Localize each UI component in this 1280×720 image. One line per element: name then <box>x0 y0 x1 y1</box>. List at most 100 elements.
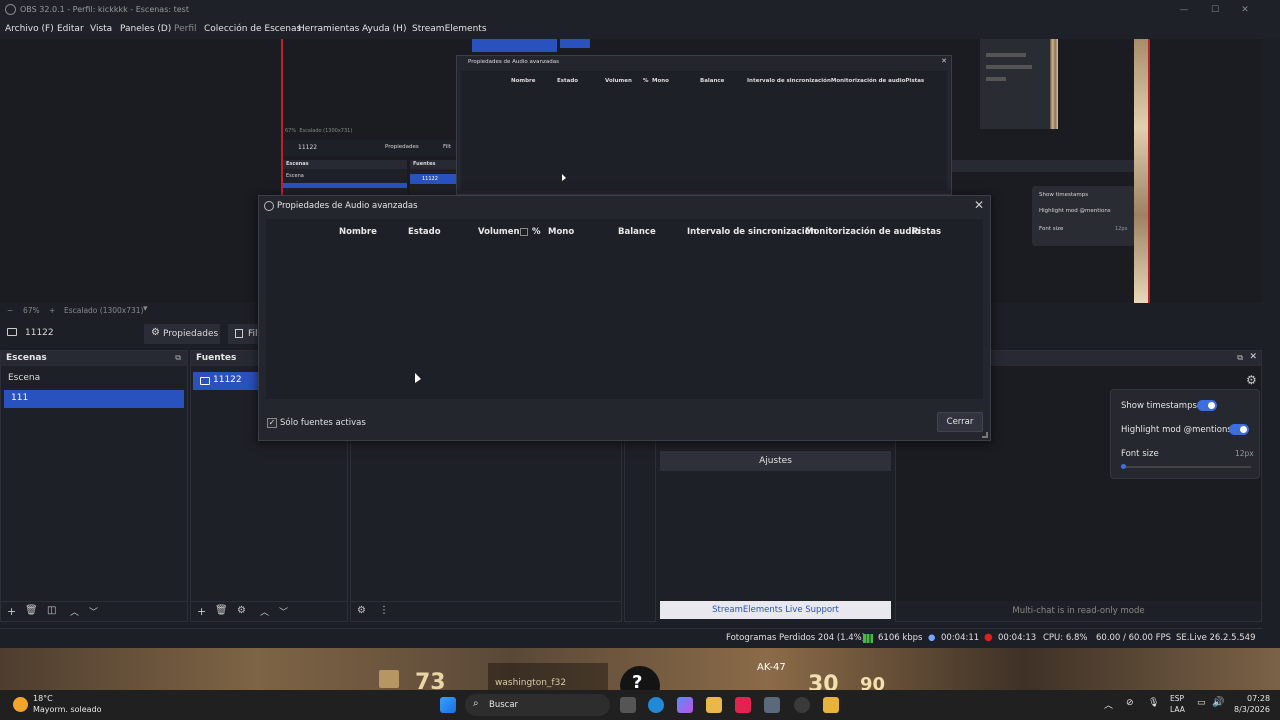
filters-button[interactable]: Filt <box>228 324 261 344</box>
obs-taskbar-icon[interactable] <box>794 697 810 713</box>
menu-editar[interactable]: Editar <box>57 24 84 34</box>
font-size-label: Font size <box>1121 449 1159 459</box>
maximize-button[interactable]: ☐ <box>1208 3 1222 17</box>
mini-highlight-mentions: Highlight mod @mentions <box>1039 208 1111 214</box>
mixer-settings-icon[interactable]: ⚙ <box>357 605 366 616</box>
weather-temp: 18°C <box>33 694 53 703</box>
bitrate-signal-icon <box>863 634 873 643</box>
remove-scene-icon[interactable]: 🗑 <box>25 605 38 616</box>
menu-herramientas[interactable]: Herramientas <box>298 24 359 34</box>
task-view-icon[interactable] <box>620 697 636 713</box>
microphone-icon[interactable]: 🎙 <box>1148 698 1159 708</box>
add-source-icon[interactable]: + <box>197 605 206 618</box>
move-up-icon[interactable]: ︿ <box>70 605 79 618</box>
col-pistas: Pistas <box>912 227 942 237</box>
scene-item[interactable]: Escena <box>1 370 187 388</box>
mixer-menu-icon[interactable]: ⋮ <box>379 605 389 616</box>
scale-dropdown-icon[interactable]: ▾ <box>143 304 148 314</box>
menu-paneles[interactable]: Paneles (D) <box>120 24 171 34</box>
clock-time[interactable]: 07:28 <box>1247 694 1270 703</box>
live-support-button[interactable]: StreamElements Live Support <box>660 601 891 619</box>
ghost-col-intervalo: Intervalo de sincronizaciónMonitorizació… <box>747 78 925 84</box>
ghost-col-mono: Mono <box>652 78 669 84</box>
filter-icon <box>235 329 243 338</box>
menu-coleccion[interactable]: Colección de Escenas <box>204 24 301 34</box>
network-off-icon[interactable]: ⊘ <box>1126 698 1134 708</box>
highlight-mentions-toggle[interactable] <box>1229 424 1249 435</box>
show-timestamps-toggle[interactable] <box>1197 400 1217 411</box>
copilot-icon[interactable] <box>677 697 693 713</box>
chat-settings-gear-icon[interactable]: ⚙ <box>1246 373 1257 387</box>
dialog-close-icon[interactable]: ✕ <box>974 198 984 212</box>
dialog-title: Propiedades de Audio avanzadas <box>277 201 418 211</box>
ghost-table <box>461 71 947 191</box>
font-size-value: 12px <box>1235 449 1254 458</box>
windows-start-icon[interactable] <box>440 697 456 713</box>
menu-ayuda[interactable]: Ayuda (H) <box>362 24 406 34</box>
zoom-in-button[interactable]: + <box>49 306 55 315</box>
volume-icon[interactable]: 🔊 <box>1212 697 1224 708</box>
cpu-usage: CPU: 6.8% <box>1043 633 1088 643</box>
scenes-dock-toolbar: + 🗑 ◫ ︿ ﹀ <box>1 601 187 621</box>
settings-app-icon[interactable] <box>764 697 780 713</box>
scenes-dock-header: Escenas ⧉ <box>1 351 187 366</box>
menu-streamelements[interactable]: StreamElements <box>412 24 487 34</box>
mini-font-size-value: 12px <box>1115 226 1128 232</box>
obs-dialog-icon <box>264 201 274 211</box>
scene-item-selected[interactable]: 111 <box>4 390 184 408</box>
display-icon[interactable]: ▭ <box>1197 698 1206 708</box>
undock-icon[interactable]: ⧉ <box>175 353 181 363</box>
volume-percent-checkbox[interactable] <box>520 228 528 236</box>
ghost-col-balance: Balance <box>700 78 725 84</box>
edge-icon[interactable] <box>648 697 664 713</box>
bitrate: 6106 kbps <box>878 633 923 643</box>
language-top[interactable]: ESP <box>1170 694 1184 703</box>
cerrar-button[interactable]: Cerrar <box>937 412 983 432</box>
col-intervalo: Intervalo de sincronización <box>687 227 817 237</box>
chat-settings-popup: Show timestamps Highlight mod @mentions … <box>1110 389 1260 479</box>
streamelements-dock: Ajustes StreamElements Live Support <box>656 445 895 622</box>
source-settings-icon[interactable]: ⚙ <box>237 605 246 616</box>
taskbar-search[interactable]: ⌕ Buscar <box>465 694 610 716</box>
remove-source-icon[interactable]: 🗑 <box>215 605 228 616</box>
source-up-icon[interactable]: ︿ <box>260 605 269 618</box>
display-capture-icon <box>200 377 210 385</box>
tiktok-icon[interactable] <box>735 697 751 713</box>
game-taskbar-icon[interactable] <box>823 697 839 713</box>
ghost-dialog-title: Propiedades de Audio avanzadas <box>468 59 559 65</box>
chat-undock-icon[interactable]: ⧉ <box>1237 353 1243 363</box>
sources-dock-title: Fuentes <box>196 353 237 363</box>
col-monitorizacion: Monitorización de audio <box>805 227 921 237</box>
filter-scene-icon[interactable]: ◫ <box>47 605 56 616</box>
chat-close-icon[interactable]: ✕ <box>1249 352 1257 362</box>
add-scene-icon[interactable]: + <box>7 605 16 618</box>
mini-chat-line1 <box>986 53 1026 57</box>
minimize-button[interactable]: — <box>1177 3 1191 17</box>
file-explorer-icon[interactable] <box>706 697 722 713</box>
resize-grip[interactable] <box>982 432 988 438</box>
language-bottom[interactable]: LAA <box>1170 705 1185 714</box>
zoom-out-button[interactable]: − <box>7 306 13 315</box>
font-size-slider[interactable] <box>1121 466 1251 468</box>
font-size-slider-handle[interactable] <box>1121 464 1126 469</box>
mini-top-source <box>560 39 590 48</box>
move-down-icon[interactable]: ﹀ <box>89 605 98 618</box>
mini-dock-header <box>952 160 1134 172</box>
audio-mixer-toolbar: ⚙ ⋮ <box>351 601 621 621</box>
preview-game-strip <box>1134 39 1148 303</box>
menu-perfil[interactable]: Perfil <box>174 24 197 34</box>
close-window-button[interactable]: ✕ <box>1238 3 1252 17</box>
only-active-checkbox[interactable]: ✓ <box>267 418 277 428</box>
tray-chevron-icon[interactable]: ︿ <box>1104 698 1113 711</box>
source-item[interactable]: 11122 <box>193 372 259 390</box>
ghost-col-nombre: Nombre <box>511 78 536 84</box>
menu-vista[interactable]: Vista <box>90 24 112 34</box>
clock-date[interactable]: 8/3/2026 <box>1234 705 1270 714</box>
ajustes-button[interactable]: Ajustes <box>660 451 891 471</box>
weather-desc: Mayorm. soleado <box>33 705 102 714</box>
properties-button[interactable]: ⚙ Propiedades <box>144 324 220 344</box>
mini-sources-dock: Fuentes 11122 <box>410 160 456 196</box>
zoom-level: 67% <box>23 306 40 315</box>
menu-archivo[interactable]: Archivo (F) <box>5 24 54 34</box>
source-down-icon[interactable]: ﹀ <box>279 605 288 618</box>
